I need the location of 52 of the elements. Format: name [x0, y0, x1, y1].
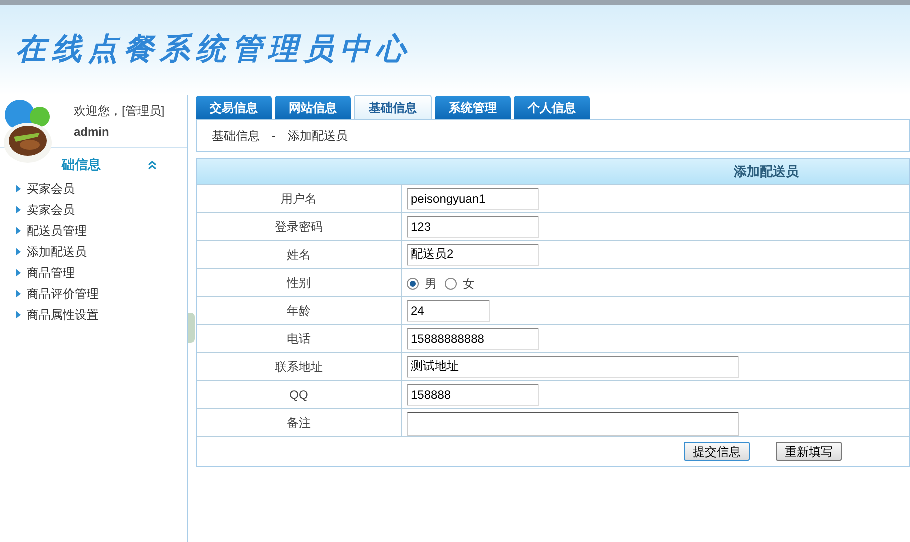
field-label: 电话 — [287, 330, 311, 348]
tab[interactable]: 网站信息 — [275, 96, 351, 119]
text-field[interactable]: 测试地址 — [407, 356, 739, 378]
bullet-icon — [16, 248, 21, 256]
radio-label: 女 — [463, 276, 475, 293]
site-title: 在线点餐系统管理员中心 — [16, 31, 412, 69]
sidebar-link[interactable]: 添加配送员 — [27, 242, 87, 260]
tab[interactable]: 系统管理 — [435, 96, 511, 119]
radio-button[interactable] — [445, 278, 457, 290]
field-label: 登录密码 — [275, 218, 323, 236]
field-label: 年龄 — [287, 302, 311, 320]
text-field[interactable]: 配送员2 — [407, 244, 539, 266]
bullet-icon — [16, 268, 21, 276]
user-name: admin — [74, 124, 110, 141]
field-label: 性别 — [287, 274, 311, 292]
bullet-icon — [16, 310, 21, 318]
text-field[interactable]: peisongyuan1 — [407, 188, 539, 210]
sidebar-link[interactable]: 商品评价管理 — [27, 284, 99, 302]
bullet-icon — [16, 206, 21, 214]
sidebar-link[interactable]: 商品属性设置 — [27, 306, 99, 324]
collapse-handle[interactable] — [188, 313, 195, 343]
sidebar-link[interactable]: 商品管理 — [27, 264, 75, 282]
tab[interactable]: 基础信息 — [354, 95, 432, 119]
text-field[interactable]: 158888 — [407, 384, 539, 406]
sidebar-link[interactable]: 配送员管理 — [27, 222, 87, 240]
radio-button[interactable] — [407, 278, 419, 290]
bullet-icon — [16, 184, 21, 192]
field-label: 联系地址 — [275, 358, 323, 376]
welcome-text: 欢迎您，[管理员] — [74, 103, 165, 120]
submit-button[interactable]: 提交信息 — [684, 442, 750, 461]
section-title[interactable]: 础信息 — [62, 155, 101, 175]
tab[interactable]: 个人信息 — [514, 96, 590, 119]
breadcrumb-link[interactable]: 基础信息 — [212, 126, 260, 144]
field-label: QQ — [290, 386, 308, 404]
sidebar-link[interactable]: 买家会员 — [27, 180, 75, 198]
field-label: 姓名 — [287, 246, 311, 264]
radio-label: 男 — [425, 276, 437, 293]
form-title: 添加配送员 — [734, 162, 799, 181]
breadcrumb-current: 添加配送员 — [288, 128, 348, 144]
field-label: 用户名 — [281, 190, 317, 208]
collapse-icon[interactable] — [148, 160, 157, 170]
bullet-icon — [16, 290, 21, 298]
tab[interactable]: 交易信息 — [196, 96, 272, 119]
remarks-field[interactable] — [407, 412, 739, 436]
sidebar-link[interactable]: 卖家会员 — [27, 200, 75, 218]
breadcrumb-separator: - — [272, 128, 276, 144]
text-field[interactable]: 15888888888 — [407, 328, 539, 350]
field-label: 备注 — [287, 414, 311, 432]
text-field[interactable]: 123 — [407, 216, 539, 238]
bullet-icon — [16, 226, 21, 234]
text-field[interactable]: 24 — [407, 300, 490, 322]
reset-button[interactable]: 重新填写 — [776, 442, 842, 461]
